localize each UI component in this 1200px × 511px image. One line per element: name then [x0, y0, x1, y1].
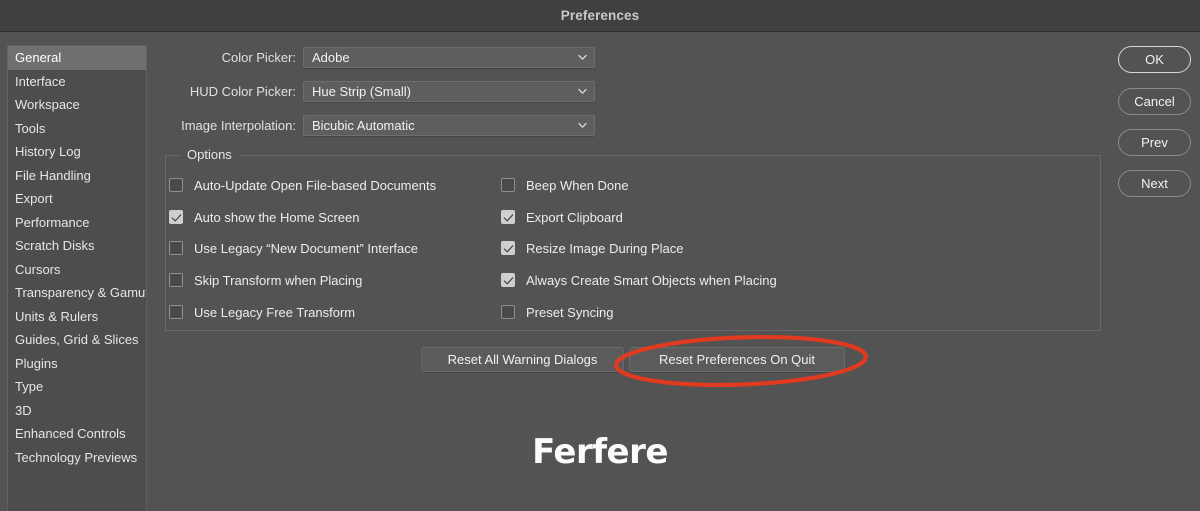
window-title: Preferences: [560, 8, 640, 23]
sidebar-item-interface[interactable]: Interface: [8, 70, 146, 94]
sidebar-item-export[interactable]: Export: [8, 187, 146, 211]
checkbox-label: Beep When Done: [526, 178, 629, 193]
next-button[interactable]: Next: [1118, 170, 1191, 197]
sidebar-item-transparency-gamut[interactable]: Transparency & Gamut: [8, 281, 146, 305]
checkbox-label: Use Legacy Free Transform: [194, 305, 356, 320]
sidebar-item-label: Tools: [15, 120, 46, 136]
sidebar-item-label: Scratch Disks: [15, 238, 95, 253]
ok-button[interactable]: OK: [1118, 46, 1191, 73]
sidebar-item-3d[interactable]: 3D: [8, 399, 146, 423]
sidebar-item-units-rulers[interactable]: Units & Rulers: [8, 305, 146, 329]
checkbox-use-legacy-new-document-interface[interactable]: [169, 241, 183, 255]
sidebar-item-history-log[interactable]: History Log: [8, 140, 146, 164]
checkbox-preset-syncing[interactable]: [501, 305, 515, 319]
field-row: HUD Color Picker:: [150, 81, 296, 102]
checkbox-export-clipboard[interactable]: [501, 210, 515, 224]
sidebar-item-label: Performance: [15, 214, 90, 230]
checkbox-skip-transform-when-placing[interactable]: [169, 273, 183, 287]
sidebar-item-label: 3D: [15, 402, 32, 418]
sidebar-item-plugins[interactable]: Plugins: [8, 352, 146, 376]
color-picker-value: Adobe: [312, 50, 350, 65]
image-interpolation-value: Bicubic Automatic: [312, 118, 415, 133]
field-label: Color Picker:: [221, 50, 296, 65]
reset-all-warning-dialogs-button[interactable]: Reset All Warning Dialogs: [421, 347, 624, 372]
checkbox-label: Auto-Update Open File-based Documents: [194, 178, 437, 193]
checkbox-use-legacy-free-transform[interactable]: [169, 305, 183, 319]
sidebar-item-label: Interface: [15, 73, 66, 89]
sidebar-item-label: Type: [15, 379, 44, 394]
chevron-down-icon: [578, 122, 587, 129]
options-group-label: Options: [180, 147, 239, 163]
chevron-down-icon: [578, 54, 587, 61]
sidebar-item-label: File Handling: [15, 167, 91, 183]
sidebar-item-label: Export: [15, 191, 53, 206]
checkbox-label: Skip Transform when Placing: [194, 273, 363, 288]
checkbox-label: Preset Syncing: [526, 305, 614, 320]
sidebar-item-label: Cursors: [15, 261, 61, 277]
sidebar-item-scratch-disks[interactable]: Scratch Disks: [8, 234, 146, 258]
sidebar-item-general[interactable]: General: [8, 46, 146, 70]
sidebar-item-type[interactable]: Type: [8, 375, 146, 399]
field-label: Image Interpolation:: [181, 118, 296, 133]
hud-color-picker-value: Hue Strip (Small): [312, 84, 411, 99]
checkbox-label: Always Create Smart Objects when Placing: [526, 273, 777, 288]
sidebar-item-label: Guides, Grid & Slices: [15, 332, 139, 347]
checkbox-label: Resize Image During Place: [526, 241, 684, 256]
sidebar-item-cursors[interactable]: Cursors: [8, 258, 146, 282]
brand-logo: Ferfere: [0, 432, 1200, 472]
sidebar-item-label: Workspace: [15, 97, 80, 112]
sidebar-item-file-handling[interactable]: File Handling: [8, 164, 146, 188]
chevron-down-icon: [578, 88, 587, 95]
checkbox-label: Use Legacy “New Document” Interface: [194, 241, 418, 256]
reset-preferences-on-quit-button[interactable]: Reset Preferences On Quit: [629, 347, 845, 372]
checkbox-label: Auto show the Home Screen: [194, 210, 360, 225]
checkbox-resize-image-during-place[interactable]: [501, 241, 515, 255]
checkbox-auto-show-the-home-screen[interactable]: [169, 210, 183, 224]
checkbox-beep-when-done[interactable]: [501, 178, 515, 192]
hud-color-picker-select[interactable]: Hue Strip (Small): [303, 81, 595, 102]
field-label: HUD Color Picker:: [189, 84, 296, 99]
sidebar-item-label: Plugins: [15, 355, 58, 371]
sidebar-item-label: History Log: [15, 144, 81, 159]
sidebar-item-label: Units & Rulers: [15, 308, 99, 324]
checkbox-auto-update-open-file-based-documents[interactable]: [169, 178, 183, 192]
sidebar-item-performance[interactable]: Performance: [8, 211, 146, 235]
brand-logo-text: Ferfere: [532, 432, 668, 472]
cancel-button[interactable]: Cancel: [1118, 88, 1191, 115]
prev-button[interactable]: Prev: [1118, 129, 1191, 156]
image-interpolation-select[interactable]: Bicubic Automatic: [303, 115, 595, 136]
checkbox-label: Export Clipboard: [526, 210, 623, 225]
sidebar-item-label: General: [15, 50, 62, 65]
sidebar-item-tools[interactable]: Tools: [8, 117, 146, 141]
sidebar-item-workspace[interactable]: Workspace: [8, 93, 146, 117]
sidebar-item-label: Transparency & Gamut: [15, 285, 146, 300]
field-row: Image Interpolation:: [150, 115, 296, 136]
preferences-dialog: Preferences General Interface Workspace Too…: [0, 0, 1200, 511]
checkbox-always-create-smart-objects-when-placing[interactable]: [501, 273, 515, 287]
field-row: Color Picker:: [150, 47, 296, 68]
title-bar: Preferences: [0, 0, 1200, 32]
color-picker-select[interactable]: Adobe: [303, 47, 595, 68]
sidebar-item-guides-grid-slices[interactable]: Guides, Grid & Slices: [8, 328, 146, 352]
